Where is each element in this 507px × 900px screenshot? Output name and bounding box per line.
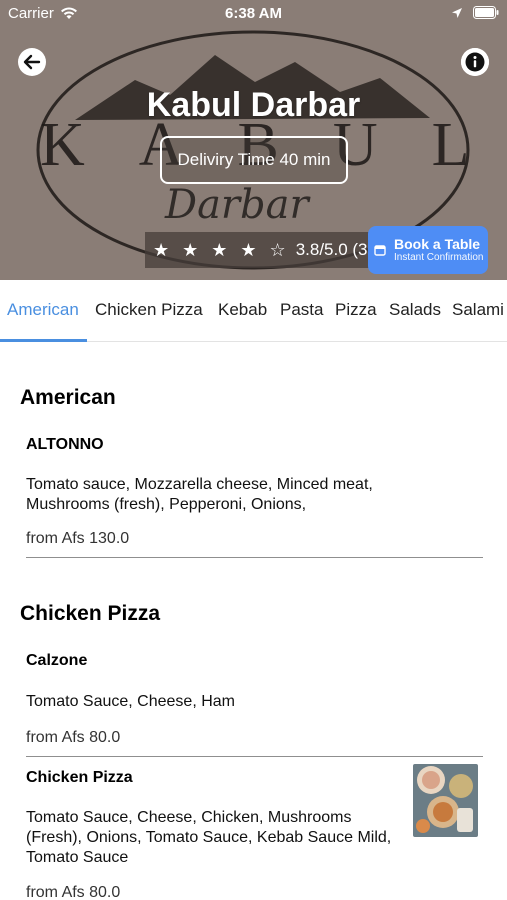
rating-badge[interactable]: ★ ★ ★ ★ ☆ 3.8/5.0 (32)	[145, 232, 391, 268]
tab-chicken-pizza[interactable]: Chicken Pizza	[95, 300, 203, 320]
tab-kebab[interactable]: Kebab	[218, 300, 267, 320]
tab-pizza[interactable]: Pizza	[335, 300, 377, 320]
delivery-time-badge: Deliviry Time 40 min	[160, 136, 348, 184]
item-price: from Afs 130.0	[26, 530, 130, 547]
tab-american[interactable]: American	[7, 300, 79, 320]
arrow-left-icon	[23, 54, 41, 70]
section-title-american: American	[20, 386, 116, 409]
item-divider	[26, 557, 483, 558]
food-image-icon	[413, 764, 478, 837]
calendar-icon	[374, 245, 386, 256]
restaurant-title: Kabul Darbar	[146, 86, 361, 124]
category-tabs: American Chicken Pizza Kebab Pasta Pizza…	[0, 280, 507, 342]
tab-pasta[interactable]: Pasta	[280, 300, 323, 320]
item-description: Tomato Sauce, Cheese, Chicken, Mushrooms…	[26, 809, 392, 866]
item-price: from Afs 80.0	[26, 729, 121, 746]
book-table-sublabel: Instant Confirmation	[394, 252, 484, 263]
food-photo	[413, 764, 478, 837]
active-tab-indicator	[0, 339, 87, 342]
book-table-label: Book a Table	[394, 236, 481, 252]
item-name: Calzone	[26, 652, 88, 669]
status-time: 6:38 AM	[225, 5, 282, 22]
location-arrow-icon	[452, 7, 462, 18]
item-name: ALTONNO	[26, 436, 104, 453]
status-right	[451, 6, 499, 19]
item-description: Tomato Sauce, Cheese, Ham	[26, 693, 235, 710]
status-bar: Carrier 6:38 AM	[0, 0, 507, 28]
rating-stars: ★ ★ ★ ★ ☆	[153, 239, 290, 260]
item-divider	[26, 756, 483, 757]
logo-script: Darbar	[164, 182, 311, 228]
battery-icon	[473, 6, 499, 19]
tab-salads[interactable]: Salads	[389, 300, 441, 320]
back-button[interactable]	[18, 48, 46, 76]
info-icon	[461, 48, 489, 76]
tab-salami[interactable]: Salami	[452, 300, 504, 320]
book-table-button[interactable]: Book a Table Instant Confirmation	[368, 226, 488, 274]
item-name: Chicken Pizza	[26, 769, 133, 786]
item-price: from Afs 80.0	[26, 884, 121, 900]
info-button[interactable]	[461, 48, 489, 76]
item-description: Tomato sauce, Mozzarella cheese, Minced …	[26, 476, 373, 513]
restaurant-header: KABUL Darbar Carrier 6:38 AM Kabul Darba…	[0, 0, 507, 280]
section-title-chicken-pizza: Chicken Pizza	[20, 602, 161, 625]
